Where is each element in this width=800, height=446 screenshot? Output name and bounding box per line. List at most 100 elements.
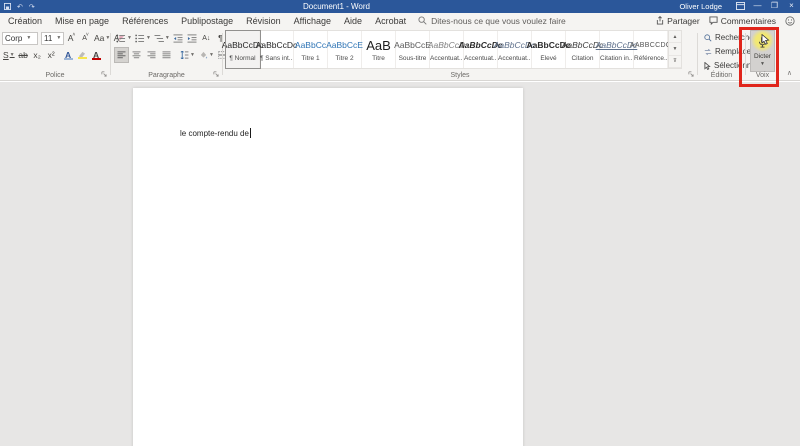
increase-indent-button[interactable]: [186, 31, 199, 45]
group-label-paragraphe: Paragraphe: [148, 72, 185, 79]
numbered-list-icon: [135, 34, 145, 43]
document-canvas: le compte-rendu de: [0, 82, 800, 446]
document-text: le compte-rendu de: [180, 128, 251, 138]
sort-button[interactable]: A↓: [200, 31, 213, 45]
tab-references[interactable]: Références: [122, 16, 168, 26]
bullet-list-button[interactable]: ▼: [115, 31, 133, 45]
redo-icon[interactable]: ↷: [29, 3, 35, 11]
grow-font-button[interactable]: A ˄: [65, 31, 78, 45]
gallery-scroll-up-icon[interactable]: ▲: [669, 31, 681, 44]
chevron-down-icon: ▼: [56, 35, 62, 41]
word-window: ↶ ↷ Document1 - Word Oliver Lodge — ❐ × …: [0, 0, 800, 446]
align-left-button[interactable]: [114, 47, 129, 63]
share-icon: [656, 16, 664, 25]
group-label-edition: Édition: [710, 72, 733, 79]
font-name-combo[interactable]: Corp ▼: [2, 31, 38, 45]
style-titre-2[interactable]: AaBbCcE Titre 2: [326, 31, 363, 68]
numbered-list-button[interactable]: ▼: [134, 31, 152, 45]
search-icon: [704, 33, 712, 42]
shading-button[interactable]: ▼: [198, 48, 215, 62]
shrink-font-button[interactable]: A ˅: [79, 31, 92, 45]
justify-icon: [162, 51, 171, 59]
select-cursor-icon: [704, 61, 711, 70]
close-button[interactable]: ×: [783, 0, 800, 13]
document-page[interactable]: le compte-rendu de: [133, 88, 523, 446]
tab-publipostage[interactable]: Publipostage: [181, 16, 233, 26]
save-icon[interactable]: [4, 3, 11, 10]
gallery-scroll-down-icon[interactable]: ▼: [669, 43, 681, 56]
change-case-button[interactable]: Aa ▼: [93, 31, 111, 45]
tell-me-search[interactable]: Dites-nous ce que vous voulez faire: [418, 16, 566, 26]
tab-aide[interactable]: Aide: [344, 16, 362, 26]
editing-group: Rechercher Remplacer Sélectionner ▼ Édit…: [698, 28, 767, 80]
align-left-icon: [117, 51, 126, 59]
mouse-cursor-icon: [761, 34, 770, 45]
underline-button[interactable]: S ▼: [2, 48, 16, 62]
text-effects-button[interactable]: A: [62, 48, 75, 62]
align-center-button[interactable]: [130, 48, 143, 62]
restore-button[interactable]: ❐: [766, 0, 783, 13]
align-center-icon: [132, 51, 141, 59]
style-sous-titre[interactable]: AaBbCcE Sous-titre: [394, 31, 431, 68]
tab-revision[interactable]: Révision: [246, 16, 281, 26]
styles-gallery-scrollbar: ▲ ▼ ⊽: [668, 31, 681, 68]
paint-bucket-icon: [199, 51, 208, 59]
title-bar: ↶ ↷ Document1 - Word Oliver Lodge — ❐ ×: [0, 0, 800, 13]
dictate-button[interactable]: Dicter ▼: [750, 29, 775, 72]
paragraph-dialog-launcher-icon[interactable]: [213, 71, 219, 77]
superscript-button[interactable]: x²: [45, 48, 58, 62]
tab-affichage[interactable]: Affichage: [294, 16, 331, 26]
paragraph-group: ▼ ▼ ▼ A↓ ¶ ▼ ▼ Paragraphe: [111, 28, 233, 80]
font-size-combo[interactable]: 11 ▼: [41, 31, 64, 45]
decrease-indent-button[interactable]: [172, 31, 185, 45]
group-label-voix: Voix: [755, 72, 770, 79]
font-dialog-launcher-icon[interactable]: [101, 71, 107, 77]
comments-button[interactable]: Commentaires: [709, 16, 776, 26]
multilevel-list-icon: [154, 34, 164, 43]
font-color-button[interactable]: A: [90, 48, 103, 62]
quick-access-toolbar: ↶ ↷: [4, 0, 35, 13]
increase-indent-icon: [187, 33, 197, 43]
feedback-smiley-icon[interactable]: [785, 15, 795, 26]
subscript-button[interactable]: x₂: [31, 48, 44, 62]
styles-gallery: AaBbCcDc ¶ Normal AaBbCcDc ¶ Sans int... A…: [222, 30, 682, 69]
ribbon-tabs-row: Création Mise en page Références Publipo…: [0, 13, 800, 28]
chevron-down-icon: ▼: [760, 61, 765, 67]
collapse-ribbon-icon[interactable]: ∧: [787, 69, 792, 77]
font-group: Corp▼ 11▼ A˄ A˅ Aa▼ A◤ S▼ ab x₂ x² A: [0, 28, 124, 80]
multilevel-list-button[interactable]: ▼: [153, 31, 171, 45]
justify-button[interactable]: [160, 48, 173, 62]
strikethrough-button[interactable]: ab: [17, 48, 30, 62]
ribbon-display-options-icon[interactable]: [732, 0, 749, 13]
tab-mise-en-page[interactable]: Mise en page: [55, 16, 109, 26]
style-reference[interactable]: AABBCCDC Référence...: [630, 31, 671, 68]
align-right-icon: [147, 51, 156, 59]
style-titre-1[interactable]: AaBbCc Titre 1: [294, 31, 328, 68]
highlight-color-button[interactable]: [76, 48, 89, 62]
text-cursor: [249, 128, 251, 138]
tab-acrobat[interactable]: Acrobat: [375, 16, 406, 26]
decrease-indent-icon: [173, 33, 183, 43]
search-icon: [418, 16, 427, 25]
line-spacing-icon: [179, 51, 189, 59]
line-spacing-button[interactable]: ▼: [178, 48, 196, 62]
replace-icon: [704, 48, 712, 56]
align-right-button[interactable]: [145, 48, 158, 62]
group-label-police: Police: [45, 72, 65, 79]
style-titre[interactable]: AaB Titre: [362, 31, 396, 68]
style-sans-interligne[interactable]: AaBbCcDc ¶ Sans int...: [256, 31, 297, 68]
account-name[interactable]: Oliver Lodge: [679, 2, 722, 11]
styles-group: AaBbCcDc ¶ Normal AaBbCcDc ¶ Sans int... A…: [222, 28, 697, 80]
comment-icon: [709, 16, 718, 25]
gallery-more-icon[interactable]: ⊽: [669, 55, 681, 68]
voice-group: Dicter ▼ Voix: [746, 28, 779, 80]
chevron-down-icon: ▼: [26, 35, 32, 41]
window-title: Document1 - Word: [303, 2, 370, 11]
group-label-styles: Styles: [450, 72, 470, 79]
styles-dialog-launcher-icon[interactable]: [688, 71, 694, 77]
ribbon: Corp▼ 11▼ A˄ A˅ Aa▼ A◤ S▼ ab x₂ x² A: [0, 28, 800, 81]
tab-creation[interactable]: Création: [8, 16, 42, 26]
minimize-button[interactable]: —: [749, 0, 766, 13]
undo-icon[interactable]: ↶: [17, 3, 23, 11]
share-button[interactable]: Partager: [656, 16, 700, 26]
